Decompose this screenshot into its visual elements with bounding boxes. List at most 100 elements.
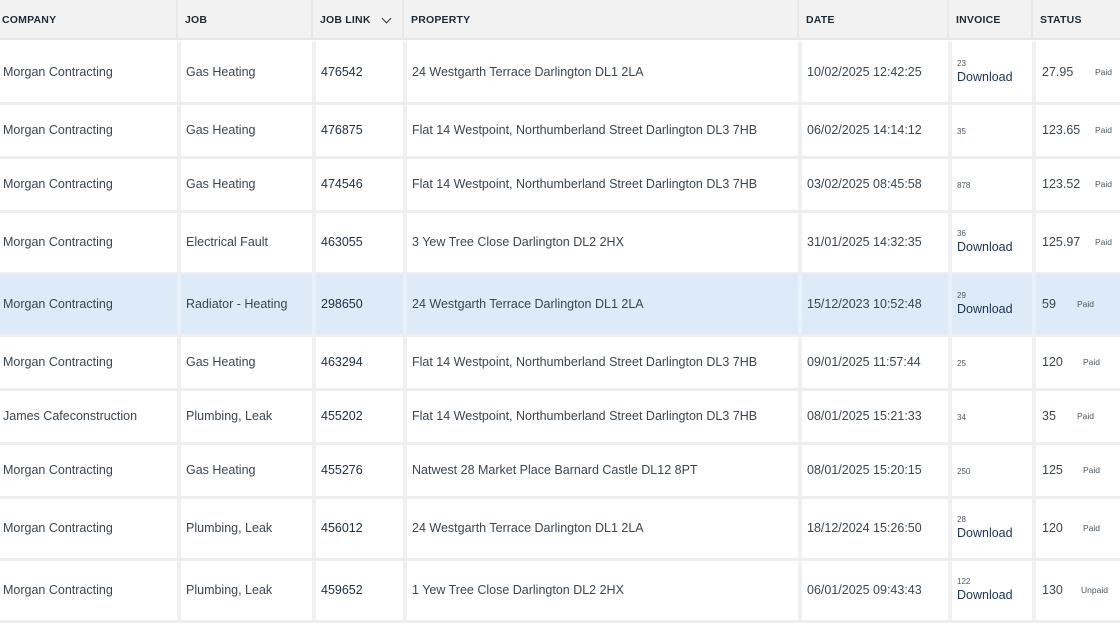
invoice-cell: 34 bbox=[957, 407, 966, 425]
column-divider bbox=[312, 390, 316, 442]
column-divider bbox=[312, 158, 316, 210]
date-cell: 06/02/2025 14:14:12 bbox=[807, 123, 922, 137]
table-row[interactable]: Morgan Contracting Radiator - Heating 2986… bbox=[0, 274, 1120, 334]
company-cell: Morgan Contracting bbox=[3, 355, 113, 369]
column-divider bbox=[1032, 336, 1036, 388]
header-property[interactable]: PROPERTY bbox=[410, 0, 790, 40]
column-divider bbox=[1032, 498, 1036, 558]
download-link[interactable]: Download bbox=[957, 70, 1013, 84]
invoice-number: 878 bbox=[957, 180, 971, 190]
column-divider bbox=[312, 42, 316, 102]
column-divider bbox=[798, 390, 802, 442]
column-divider bbox=[403, 158, 407, 210]
column-divider bbox=[312, 274, 316, 334]
invoice-number: 122 bbox=[957, 577, 971, 587]
column-divider bbox=[798, 104, 802, 156]
date-cell: 08/01/2025 15:20:15 bbox=[807, 463, 922, 477]
invoice-number: 28 bbox=[957, 515, 966, 525]
job-cell: Plumbing, Leak bbox=[186, 521, 273, 535]
invoice-number: 35 bbox=[957, 126, 966, 136]
column-divider bbox=[312, 336, 316, 388]
date-cell: 09/01/2025 11:57:44 bbox=[807, 355, 921, 369]
column-divider bbox=[948, 274, 952, 334]
date-cell: 08/01/2025 15:21:33 bbox=[807, 409, 922, 423]
column-divider bbox=[312, 104, 316, 156]
job-cell: Plumbing, Leak bbox=[186, 583, 273, 597]
header-company[interactable]: COMPANY bbox=[1, 0, 176, 40]
download-link[interactable]: Download bbox=[957, 302, 1013, 316]
column-divider bbox=[312, 560, 316, 620]
header-invoice[interactable]: INVOICE bbox=[955, 0, 1030, 40]
table-row[interactable]: James Cafeconstruction Plumbing, Leak 4552… bbox=[0, 390, 1120, 442]
column-divider bbox=[948, 42, 952, 102]
job-link[interactable]: 298650 bbox=[321, 297, 363, 311]
job-cell: Gas Heating bbox=[186, 355, 256, 369]
invoice-cell: 23 Download bbox=[957, 59, 1013, 85]
company-cell: Morgan Contracting bbox=[3, 521, 113, 535]
table-row[interactable]: Morgan Contracting Gas Heating 455276 Natwe… bbox=[0, 444, 1120, 496]
invoice-cell: 25 bbox=[957, 353, 966, 371]
column-divider bbox=[1032, 42, 1036, 102]
amount-cell: 35 bbox=[1042, 409, 1056, 423]
company-cell: Morgan Contracting bbox=[3, 123, 113, 137]
invoice-cell: 35 bbox=[957, 121, 966, 139]
header-status[interactable]: STATUS bbox=[1039, 0, 1119, 40]
table-row[interactable]: Morgan Contracting Gas Heating 474546 Flat … bbox=[0, 158, 1120, 210]
amount-cell: 120 bbox=[1042, 355, 1063, 369]
job-link[interactable]: 459652 bbox=[321, 583, 363, 597]
invoice-number: 250 bbox=[957, 466, 971, 476]
table-row[interactable]: Morgan Contracting Gas Heating 476875 Flat … bbox=[0, 104, 1120, 156]
status-badge: Paid bbox=[1095, 125, 1113, 135]
table-row[interactable]: Morgan Contracting Electrical Fault 463055… bbox=[0, 212, 1120, 272]
status-badge: Paid bbox=[1077, 411, 1095, 421]
status-badge: Paid bbox=[1095, 67, 1113, 77]
download-link[interactable]: Download bbox=[957, 240, 1013, 254]
status-badge: Paid bbox=[1077, 299, 1095, 309]
table-row[interactable]: Morgan Contracting Gas Heating 463294 Flat … bbox=[0, 336, 1120, 388]
invoice-number: 23 bbox=[957, 59, 966, 69]
job-link[interactable]: 456012 bbox=[321, 521, 363, 535]
job-link[interactable]: 455276 bbox=[321, 463, 363, 477]
header-date[interactable]: DATE bbox=[805, 0, 945, 40]
amount-cell: 130 bbox=[1042, 583, 1063, 597]
column-divider bbox=[948, 498, 952, 558]
company-cell: Morgan Contracting bbox=[3, 65, 113, 79]
job-link[interactable]: 463055 bbox=[321, 235, 363, 249]
table-row[interactable]: Morgan Contracting Plumbing, Leak 456012 24… bbox=[0, 498, 1120, 558]
header-job[interactable]: JOB bbox=[184, 0, 310, 40]
table-row[interactable]: Morgan Contracting Gas Heating 476542 24 We… bbox=[0, 42, 1120, 102]
column-divider bbox=[177, 104, 181, 156]
table-row[interactable]: Morgan Contracting Plumbing, Leak 459652 1 … bbox=[0, 560, 1120, 620]
column-divider bbox=[177, 444, 181, 496]
column-divider bbox=[177, 498, 181, 558]
column-divider bbox=[948, 104, 952, 156]
download-link[interactable]: Download bbox=[957, 588, 1013, 602]
status-badge: Paid bbox=[1083, 357, 1101, 367]
column-divider bbox=[1032, 212, 1036, 272]
column-divider bbox=[403, 104, 407, 156]
job-link[interactable]: 455202 bbox=[321, 409, 363, 423]
job-link[interactable]: 463294 bbox=[321, 355, 363, 369]
download-link[interactable]: Download bbox=[957, 526, 1013, 540]
column-divider bbox=[312, 498, 316, 558]
job-cell: Plumbing, Leak bbox=[186, 409, 273, 423]
column-divider bbox=[177, 42, 181, 102]
column-divider bbox=[312, 212, 316, 272]
amount-cell: 123.52 bbox=[1042, 177, 1081, 191]
job-link[interactable]: 476542 bbox=[321, 65, 363, 79]
invoice-number: 34 bbox=[957, 412, 966, 422]
property-cell: Flat 14 Westpoint, Northumberland Street… bbox=[412, 355, 758, 369]
column-divider bbox=[948, 336, 952, 388]
column-divider bbox=[798, 560, 802, 620]
job-link[interactable]: 476875 bbox=[321, 123, 363, 137]
property-cell: Flat 14 Westpoint, Northumberland Street… bbox=[412, 409, 758, 423]
date-cell: 15/12/2023 10:52:48 bbox=[807, 297, 922, 311]
column-divider bbox=[948, 560, 952, 620]
job-link[interactable]: 474546 bbox=[321, 177, 363, 191]
job-cell: Gas Heating bbox=[186, 463, 256, 477]
property-cell: 24 Westgarth Terrace Darlington DL1 2LA bbox=[412, 521, 644, 535]
column-divider bbox=[312, 444, 316, 496]
column-divider bbox=[403, 42, 407, 102]
date-cell: 03/02/2025 08:45:58 bbox=[807, 177, 922, 191]
invoice-cell: 878 bbox=[957, 175, 970, 193]
